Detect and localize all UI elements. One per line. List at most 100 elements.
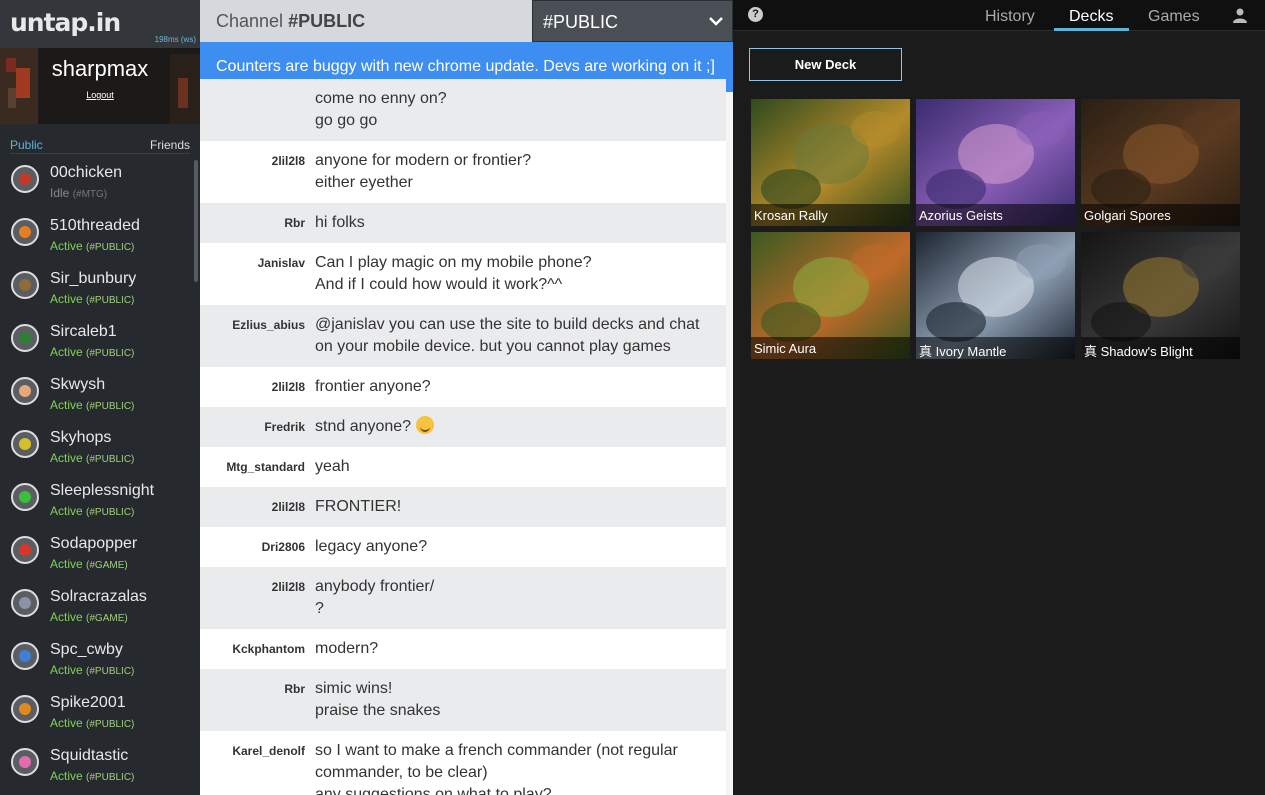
sidebar: untap.in 198ms (ws) sharpmax Logout Publ… bbox=[0, 0, 200, 795]
channel-select[interactable]: #PUBLIC bbox=[532, 0, 733, 42]
user-list-item[interactable]: Squidtastic Active (#PUBLIC) bbox=[0, 739, 194, 792]
sidebar-tabs: Public Friends bbox=[10, 124, 190, 154]
user-name: Sircaleb1 bbox=[50, 323, 117, 340]
chat-message: Janislav Can I play magic on my mobile ph… bbox=[200, 243, 726, 305]
message-line: praise the snakes bbox=[315, 702, 441, 719]
message-author[interactable]: Dri2806 bbox=[262, 540, 305, 554]
message-line: simic wins! bbox=[315, 680, 393, 697]
message-author[interactable]: Rbr bbox=[284, 682, 305, 696]
profile-panel: sharpmax Logout bbox=[0, 48, 200, 124]
deck-tile[interactable]: Simic Aura bbox=[751, 232, 910, 359]
chat-message: 2lil2l8 FRONTIER! bbox=[200, 487, 726, 527]
user-list-item[interactable]: 510threaded Active (#PUBLIC) bbox=[0, 209, 194, 262]
deck-label-bar: 真 Shadow's Blight bbox=[1081, 337, 1240, 359]
tab-history[interactable]: History bbox=[985, 8, 1035, 26]
avatar-dot bbox=[19, 438, 31, 450]
avatar-dot bbox=[19, 491, 31, 503]
user-list-item[interactable]: 00chicken Idle (#MTG) bbox=[0, 156, 194, 209]
user-list-item[interactable]: Sodapopper Active (#GAME) bbox=[0, 527, 194, 580]
deck-name: 真 Shadow's Blight bbox=[1084, 344, 1193, 359]
user-channel: (#MTG) bbox=[72, 189, 108, 200]
avatar-dot bbox=[19, 332, 31, 344]
deck-tile[interactable]: 真 Shadow's Blight bbox=[1081, 232, 1240, 359]
user-status-text: Idle bbox=[50, 186, 70, 200]
message-author[interactable]: Rbr bbox=[284, 216, 305, 230]
avatar-dot bbox=[19, 226, 31, 238]
message-author[interactable]: 2lil2l8 bbox=[272, 154, 305, 168]
user-name: Spike2001 bbox=[50, 694, 126, 711]
help-icon[interactable]: ? bbox=[748, 7, 763, 22]
user-channel: (#PUBLIC) bbox=[86, 719, 135, 730]
user-list-item[interactable]: Sleeplessnight Active (#PUBLIC) bbox=[0, 474, 194, 527]
message-author[interactable]: Kckphantom bbox=[232, 642, 305, 656]
message-line: so I want to make a french commander (no… bbox=[315, 742, 678, 759]
user-icon[interactable] bbox=[1232, 7, 1248, 23]
user-list-item[interactable]: Spike2001 Active (#PUBLIC) bbox=[0, 686, 194, 739]
user-status-text: Active bbox=[50, 398, 83, 412]
user-name: Sodapopper bbox=[50, 535, 138, 552]
deck-label-bar: 真 Ivory Mantle bbox=[916, 337, 1075, 359]
user-status: Active (#PUBLIC) bbox=[50, 451, 134, 465]
deck-tile[interactable]: Krosan Rally bbox=[751, 99, 910, 226]
user-list-item[interactable]: Spc_cwby Active (#PUBLIC) bbox=[0, 633, 194, 686]
message-author[interactable]: Janislav bbox=[258, 256, 305, 270]
user-status-text: Active bbox=[50, 610, 83, 624]
logo-bar: untap.in 198ms (ws) bbox=[0, 0, 200, 48]
message-text: FRONTIER! bbox=[315, 487, 726, 527]
user-channel: (#PUBLIC) bbox=[86, 666, 135, 677]
avatar-dot bbox=[19, 544, 31, 556]
message-text: simic wins! praise the snakes bbox=[315, 669, 726, 731]
message-line: come no enny on? bbox=[315, 90, 447, 107]
message-author[interactable]: 2lil2l8 bbox=[272, 580, 305, 594]
new-deck-button[interactable]: New Deck bbox=[749, 48, 902, 81]
user-channel: (#PUBLIC) bbox=[86, 507, 135, 518]
user-list-item[interactable]: Sircaleb1 Active (#PUBLIC) bbox=[0, 315, 194, 368]
tab-games[interactable]: Games bbox=[1148, 8, 1200, 26]
user-list-scrollbar[interactable] bbox=[194, 160, 198, 282]
chevron-down-icon bbox=[709, 17, 723, 26]
message-author[interactable]: Ezlius_abius bbox=[232, 318, 305, 332]
user-list-item[interactable]: Skwysh Active (#PUBLIC) bbox=[0, 368, 194, 421]
message-text: legacy anyone? bbox=[315, 527, 726, 567]
chat-message: Mtg_standard yeah bbox=[200, 447, 726, 487]
avatar bbox=[11, 695, 39, 723]
message-author[interactable]: 2lil2l8 bbox=[272, 500, 305, 514]
chat-message: come no enny on? go go go bbox=[200, 79, 726, 141]
user-list-item[interactable]: Sir_bunbury Active (#PUBLIC) bbox=[0, 262, 194, 315]
user-list-item[interactable]: Solracrazalas Active (#GAME) bbox=[0, 580, 194, 633]
chat-message: 2lil2l8 anybody frontier/? bbox=[200, 567, 726, 629]
chat-header: Channel #PUBLIC #PUBLIC bbox=[200, 0, 733, 42]
deck-label-bar: Simic Aura bbox=[751, 337, 910, 359]
avatar bbox=[11, 536, 39, 564]
user-list-item[interactable]: Skyhops Active (#PUBLIC) bbox=[0, 421, 194, 474]
user-status: Active (#PUBLIC) bbox=[50, 504, 134, 518]
user-status-text: Active bbox=[50, 292, 83, 306]
avatar bbox=[11, 271, 39, 299]
message-text: anybody frontier/? bbox=[315, 567, 726, 629]
user-status: Active (#PUBLIC) bbox=[50, 398, 134, 412]
deck-label-bar: Azorius Geists bbox=[916, 204, 1075, 226]
user-name: Skyhops bbox=[50, 429, 112, 446]
deck-name: Golgari Spores bbox=[1084, 208, 1171, 223]
user-status-text: Active bbox=[50, 239, 83, 253]
tab-public[interactable]: Public bbox=[10, 138, 43, 152]
deck-tile[interactable]: 真 Ivory Mantle bbox=[916, 232, 1075, 359]
user-status-text: Active bbox=[50, 557, 83, 571]
message-author[interactable]: Fredrik bbox=[264, 420, 305, 434]
deck-label-bar: Golgari Spores bbox=[1081, 204, 1240, 226]
logo[interactable]: untap.in bbox=[10, 8, 121, 37]
chat-message: Ezlius_abius @janislav you can use the si… bbox=[200, 305, 726, 367]
tab-friends[interactable]: Friends bbox=[150, 138, 190, 152]
tab-decks[interactable]: Decks bbox=[1069, 8, 1113, 26]
user-list: 00chicken Idle (#MTG) 510threaded Active (#… bbox=[0, 156, 194, 792]
message-author[interactable]: Karel_denolf bbox=[232, 744, 305, 758]
deck-tile[interactable]: Golgari Spores bbox=[1081, 99, 1240, 226]
deck-tile[interactable]: Azorius Geists bbox=[916, 99, 1075, 226]
logout-link[interactable]: Logout bbox=[0, 90, 200, 100]
app: untap.in 198ms (ws) sharpmax Logout Publ… bbox=[0, 0, 1265, 795]
user-channel: (#PUBLIC) bbox=[86, 401, 135, 412]
message-author[interactable]: Mtg_standard bbox=[226, 460, 305, 474]
message-line: go go go bbox=[315, 112, 378, 129]
channel-select-value: #PUBLIC bbox=[543, 12, 619, 32]
message-author[interactable]: 2lil2l8 bbox=[272, 380, 305, 394]
